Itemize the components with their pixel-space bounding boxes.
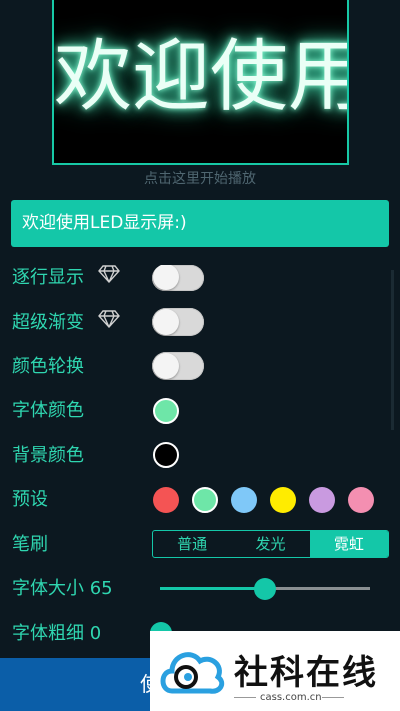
font-color-label: 字体颜色: [12, 400, 84, 421]
divider: [322, 697, 344, 698]
color-cycle-label: 颜色轮换: [12, 356, 84, 377]
led-preview-text: 欢迎使用L: [54, 32, 347, 122]
led-preview[interactable]: 欢迎使用L: [52, 0, 349, 165]
preset-red[interactable]: [153, 487, 179, 513]
gradient-row: 超级渐变: [12, 310, 120, 336]
brush-glow[interactable]: 发光: [231, 531, 309, 557]
preset-pink[interactable]: [348, 487, 374, 513]
preset-blue[interactable]: [231, 487, 257, 513]
font-size-label: 字体大小 65: [12, 578, 113, 599]
font-size-slider-thumb[interactable]: [254, 578, 276, 600]
preset-purple[interactable]: [309, 487, 335, 513]
font-size-slider-fill: [160, 587, 265, 590]
color-cycle-toggle[interactable]: [152, 352, 204, 380]
bg-color-label: 背景颜色: [12, 445, 84, 466]
bg-color-swatch[interactable]: [153, 442, 179, 468]
presets-label: 预设: [12, 489, 48, 510]
font-color-swatch[interactable]: [153, 398, 179, 424]
line-by-line-row: 逐行显示: [12, 265, 120, 291]
play-hint[interactable]: 点击这里开始播放: [0, 168, 400, 188]
gradient-label: 超级渐变: [12, 312, 84, 333]
brush-normal[interactable]: 普通: [153, 531, 231, 557]
font-weight-label: 字体粗细 0: [12, 623, 102, 644]
watermark-url: cass.com.cn: [260, 692, 322, 703]
cloud-eye-icon: [160, 652, 225, 694]
preset-green[interactable]: [192, 487, 218, 513]
watermark-title: 社科在线: [234, 653, 378, 693]
divider: [234, 697, 256, 698]
brush-neon[interactable]: 霓虹: [309, 531, 388, 557]
gradient-toggle[interactable]: [152, 308, 204, 336]
line-by-line-label: 逐行显示: [12, 267, 84, 288]
brush-selector[interactable]: 普通 发光 霓虹: [152, 530, 389, 558]
diamond-icon: [97, 265, 120, 291]
preset-yellow[interactable]: [270, 487, 296, 513]
diamond-icon: [97, 310, 120, 336]
led-text-input[interactable]: 欢迎使用LED显示屏:): [11, 200, 389, 247]
watermark-logo: 社科在线 cass.com.cn: [150, 631, 400, 711]
brush-label: 笔刷: [12, 534, 48, 555]
scrollbar[interactable]: [391, 270, 394, 430]
line-by-line-toggle[interactable]: [152, 265, 204, 291]
